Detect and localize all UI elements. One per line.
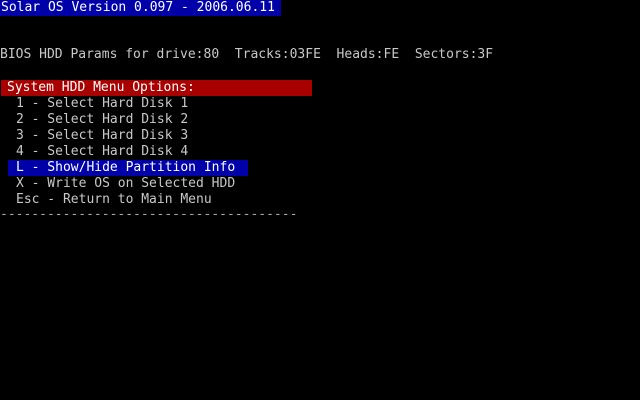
menu-item-write-os[interactable]: X - Write OS on Selected HDD <box>8 176 308 192</box>
hdd-menu: 1 - Select Hard Disk 1 2 - Select Hard D… <box>8 96 308 208</box>
menu-title: System HDD Menu Options: <box>1 80 312 96</box>
console-screen: Solar OS Version 0.097 - 2006.06.11 BIOS… <box>0 0 640 400</box>
os-version-title: Solar OS Version 0.097 - 2006.06.11 <box>0 0 281 16</box>
menu-item-select-disk-3[interactable]: 3 - Select Hard Disk 3 <box>8 128 308 144</box>
menu-item-partition-info[interactable]: L - Show/Hide Partition Info <box>8 160 248 176</box>
menu-item-return-main[interactable]: Esc - Return to Main Menu <box>8 192 308 208</box>
menu-item-select-disk-2[interactable]: 2 - Select Hard Disk 2 <box>8 112 308 128</box>
menu-item-select-disk-1[interactable]: 1 - Select Hard Disk 1 <box>8 96 308 112</box>
menu-item-select-disk-4[interactable]: 4 - Select Hard Disk 4 <box>8 144 308 160</box>
bios-hdd-params: BIOS HDD Params for drive:80 Tracks:03FE… <box>0 47 494 62</box>
menu-separator: -------------------------------------- <box>0 207 298 222</box>
